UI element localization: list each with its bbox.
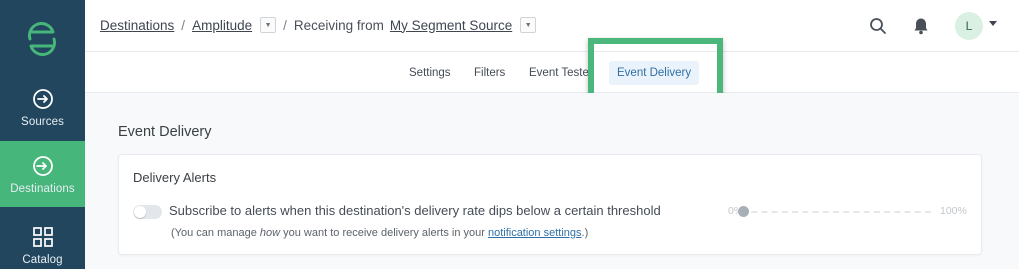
help-emphasis: how — [259, 227, 281, 239]
sources-icon — [32, 89, 53, 109]
caret-down-icon: ▼ — [524, 21, 532, 29]
breadcrumb-separator: / — [283, 17, 287, 33]
help-middle: you want to receive delivery alerts in y… — [280, 227, 488, 239]
tab-filters[interactable]: Filters — [474, 61, 505, 85]
sidebar-item-label: Catalog — [22, 254, 63, 266]
sidebar-item-label: Sources — [21, 116, 64, 128]
breadcrumb: Destinations / Amplitude ▼ / Receiving f… — [100, 17, 537, 33]
destination-tabs: Settings Filters Event Tester Event Deli… — [85, 52, 1019, 93]
page-title: Event Delivery — [118, 124, 212, 140]
alerts-toggle[interactable] — [133, 205, 162, 219]
toggle-knob — [134, 206, 146, 218]
top-header: Destinations / Amplitude ▼ / Receiving f… — [85, 0, 1019, 52]
sidebar: Sources Destinations Catalog — [0, 0, 85, 269]
slider-max-label: 100% — [940, 205, 967, 217]
breadcrumb-separator: / — [181, 17, 186, 33]
main-content: Event Delivery Delivery Alerts Subscribe… — [85, 93, 1019, 269]
account-menu-chevron-down-icon[interactable] — [989, 21, 997, 26]
threshold-slider-handle[interactable] — [738, 206, 749, 217]
delivery-alerts-card: Delivery Alerts Subscribe to alerts when… — [118, 154, 982, 255]
help-suffix: .) — [581, 227, 589, 239]
threshold-slider-track[interactable] — [741, 211, 931, 213]
breadcrumb-amplitude-link[interactable]: Amplitude — [192, 18, 252, 33]
caret-down-icon: ▼ — [264, 21, 272, 29]
subscribe-text: Subscribe to alerts when this destinatio… — [169, 203, 661, 218]
breadcrumb-source-link[interactable]: My Segment Source — [390, 18, 512, 33]
source-dropdown-button[interactable]: ▼ — [520, 17, 537, 33]
search-icon[interactable] — [868, 16, 888, 36]
destination-dropdown-button[interactable]: ▼ — [260, 17, 277, 33]
receiving-from-label: Receiving from — [293, 17, 384, 33]
notification-settings-link[interactable]: notification settings — [488, 227, 582, 239]
tab-event-delivery[interactable]: Event Delivery — [609, 61, 700, 85]
sidebar-item-label: Destinations — [10, 183, 75, 195]
tab-event-tester[interactable]: Event Tester — [529, 61, 589, 85]
sidebar-item-catalog[interactable]: Catalog — [0, 212, 85, 269]
help-prefix: (You can manage — [171, 227, 260, 239]
sidebar-item-destinations[interactable]: Destinations — [0, 141, 85, 207]
breadcrumb-destinations-link[interactable]: Destinations — [100, 18, 174, 33]
bell-icon[interactable] — [911, 16, 931, 36]
destinations-icon — [32, 156, 53, 176]
avatar[interactable]: L — [955, 12, 983, 40]
sidebar-item-sources[interactable]: Sources — [0, 74, 85, 140]
tab-settings[interactable]: Settings — [409, 61, 451, 85]
segment-logo-icon[interactable] — [26, 22, 58, 56]
help-text: (You can manage how you want to receive … — [171, 227, 588, 239]
card-title: Delivery Alerts — [133, 170, 217, 185]
catalog-icon — [32, 227, 53, 247]
